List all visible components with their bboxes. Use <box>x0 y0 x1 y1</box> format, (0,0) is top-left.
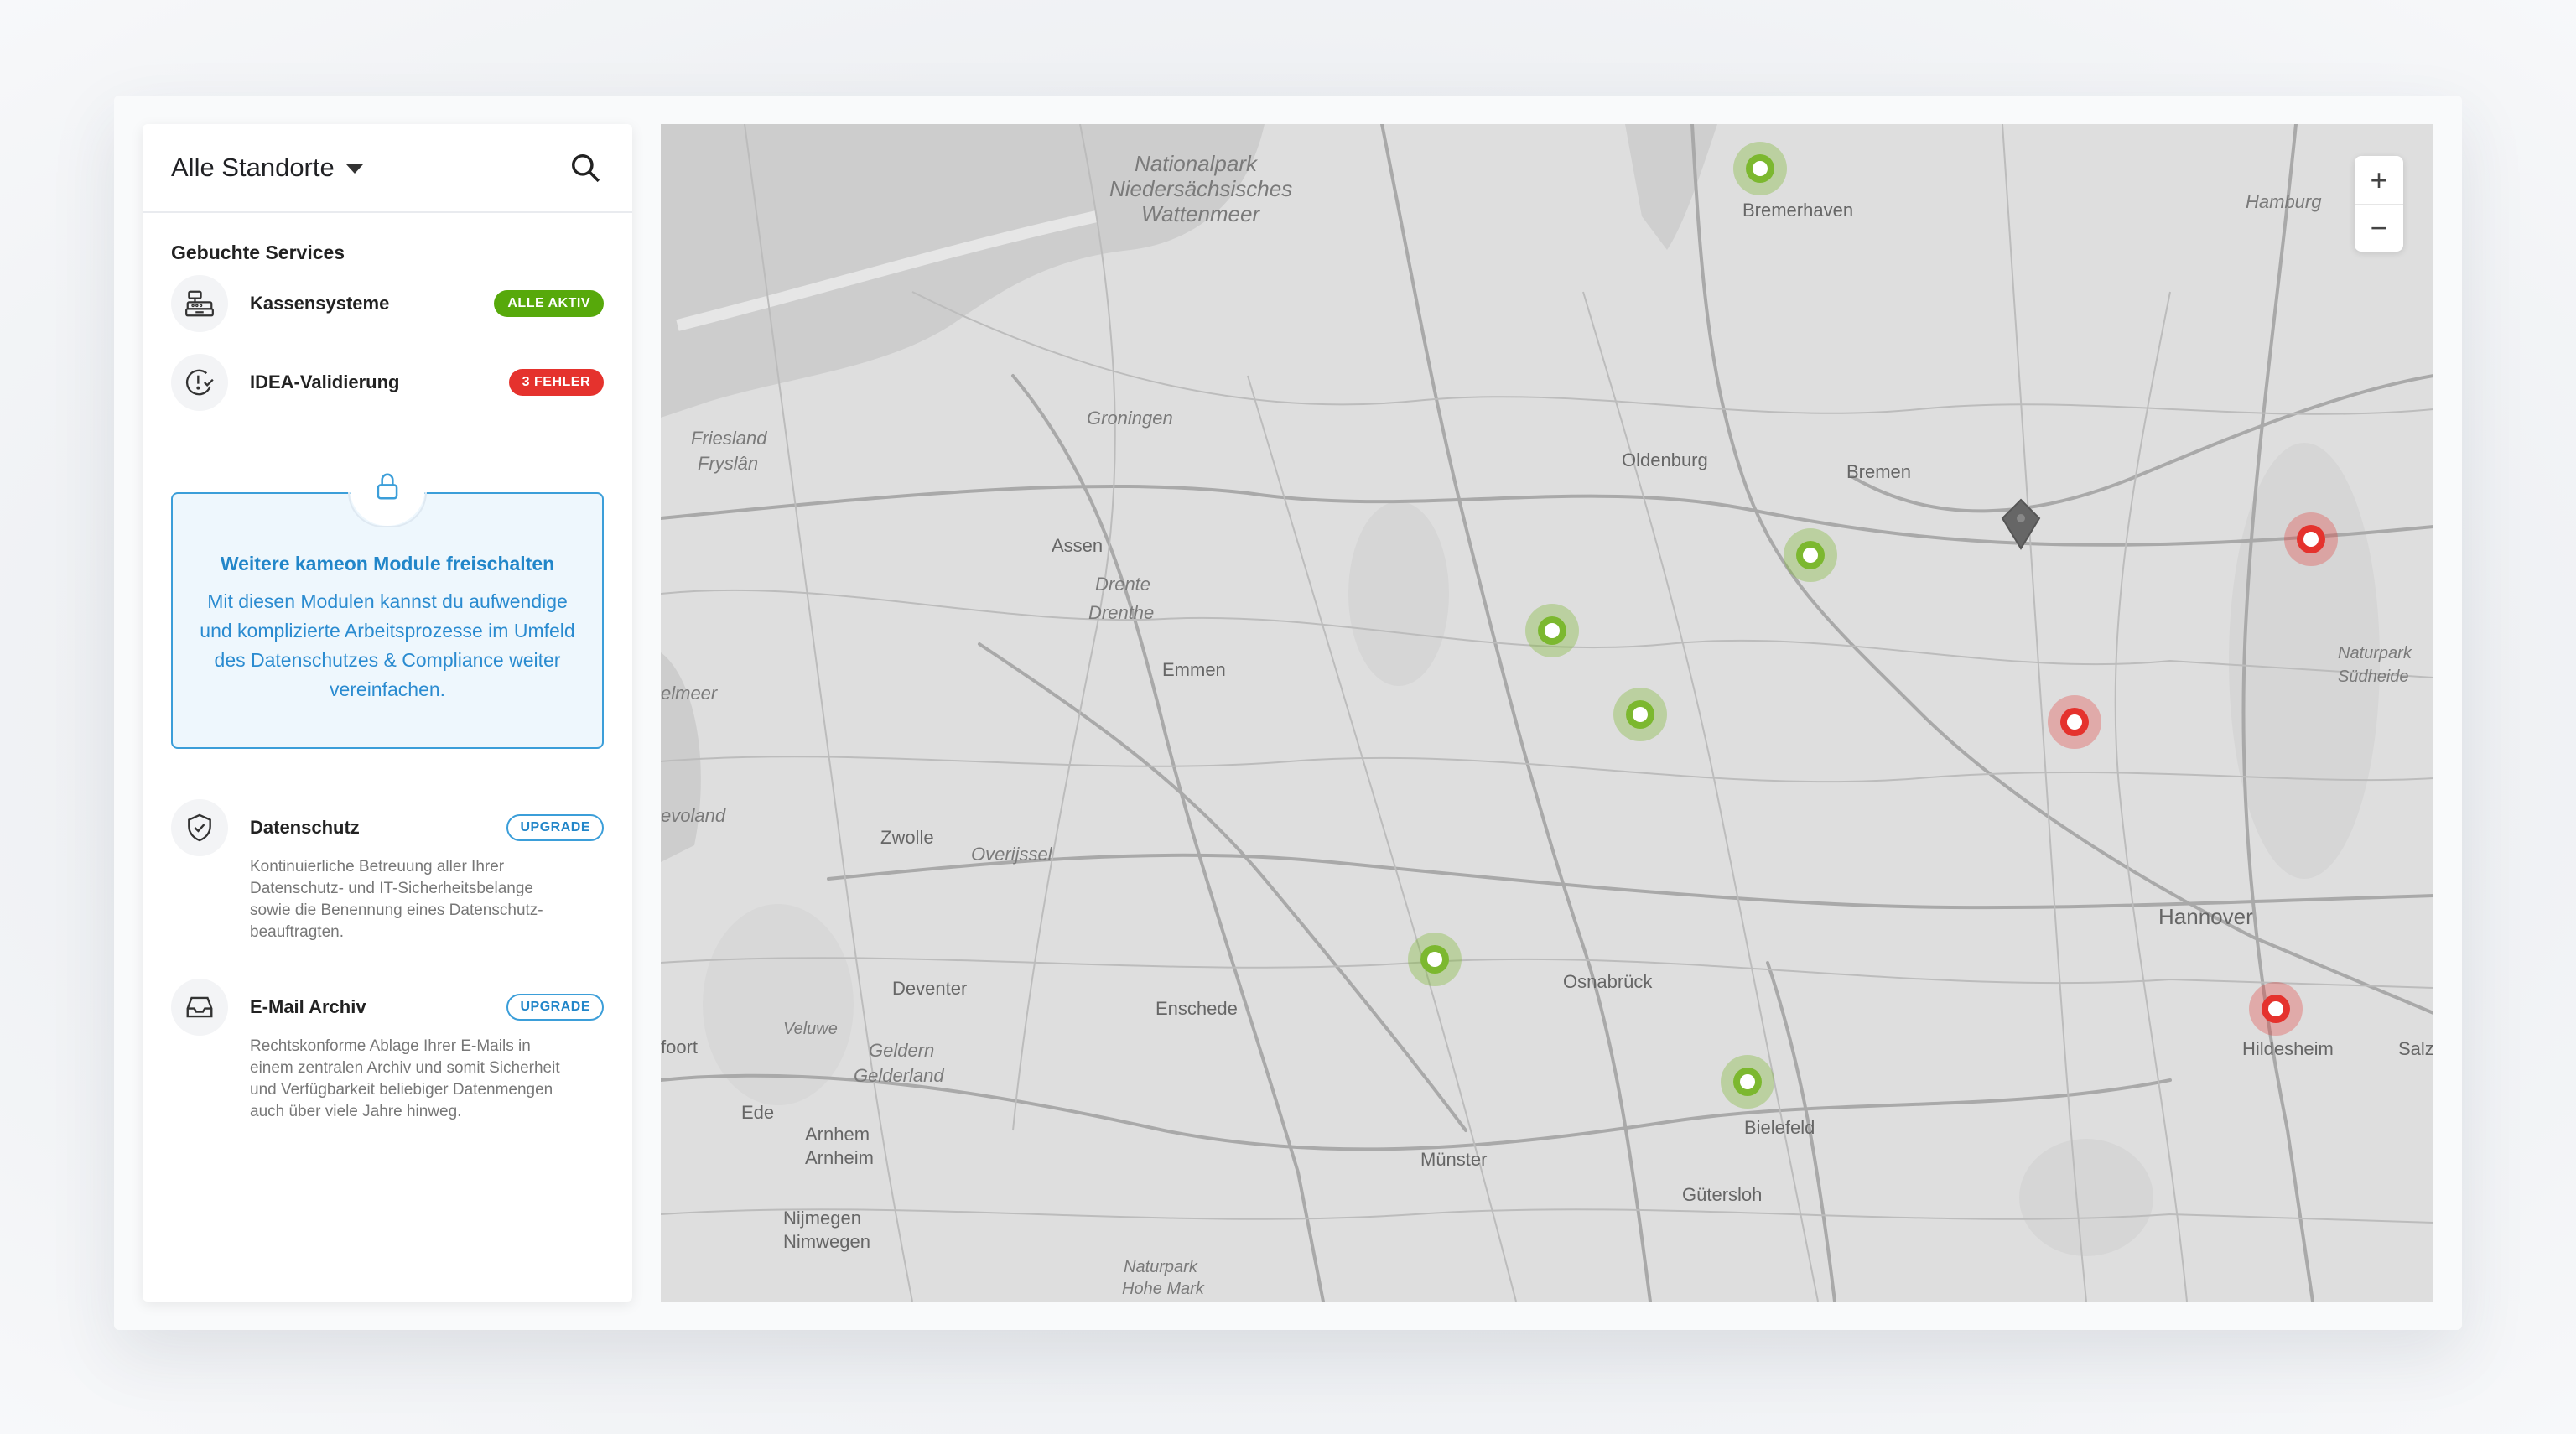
map-label: Hamburg <box>2246 191 2322 212</box>
map-label: Enschede <box>1156 998 1238 1019</box>
map-label: foort <box>661 1037 699 1057</box>
map-label: Gelderland <box>854 1065 944 1086</box>
map-label: Naturpark <box>1124 1258 1197 1276</box>
unlock-title: Weitere kameon Module freischalten <box>220 553 555 574</box>
sidebar-header: Alle Standorte <box>143 124 632 213</box>
cash-register-icon <box>185 290 214 317</box>
map-base <box>661 124 2433 1302</box>
module-description: Rechtskonforme Ablage Ihrer E-Mails in e… <box>250 1037 560 1120</box>
map-label: Nijmegen <box>783 1208 861 1229</box>
service-idea-validierung[interactable]: IDEA-Validierung 3 FEHLER <box>143 343 632 422</box>
location-marker-ok[interactable] <box>1727 135 1794 202</box>
module-icon-wrap <box>171 979 228 1036</box>
map-pin-icon[interactable] <box>1999 498 2043 550</box>
location-selector[interactable]: Alle Standorte <box>171 153 363 183</box>
map-label: Nationalpark <box>1135 151 1257 176</box>
module-name: Datenschutz <box>250 817 360 838</box>
map-label: Drente <box>1095 574 1151 595</box>
map-label: Ede <box>741 1102 775 1123</box>
location-selector-label: Alle Standorte <box>171 153 335 182</box>
map-label: Nimwegen <box>783 1231 870 1252</box>
map-label: Hohe Mark <box>1122 1280 1204 1298</box>
map-label: Osnabrück <box>1563 971 1653 992</box>
lock-icon <box>377 473 398 500</box>
map-label: Friesland <box>691 428 767 449</box>
upgrade-button[interactable]: UPGRADE <box>506 814 604 841</box>
location-marker-ok[interactable] <box>1777 522 1844 589</box>
module-datenschutz: Datenschutz UPGRADE Kontinuierliche Betr… <box>143 799 632 943</box>
map-label: Zwolle <box>880 827 934 848</box>
module-name: E-Mail Archiv <box>250 996 366 1017</box>
location-marker-error[interactable] <box>2041 688 2108 756</box>
sidebar: Alle Standorte Gebuchte Services Kassens… <box>143 124 632 1302</box>
location-marker-ok[interactable] <box>1519 597 1586 664</box>
map-label: Geldern <box>869 1040 935 1061</box>
map-label: Südheide <box>2338 668 2409 686</box>
location-marker-ok[interactable] <box>1714 1048 1781 1115</box>
map-label: Bielefeld <box>1744 1117 1815 1138</box>
zoom-control: + − <box>2355 156 2403 252</box>
map-label: Niedersächsisches <box>1109 176 1293 201</box>
map-label: evoland <box>661 805 726 826</box>
location-marker-ok[interactable] <box>1401 926 1468 993</box>
status-badge: 3 FEHLER <box>508 369 604 396</box>
zoom-out-button[interactable]: − <box>2355 204 2403 252</box>
service-icon-wrap <box>171 275 228 332</box>
map-label: Fryslân <box>698 453 759 474</box>
location-marker-error[interactable] <box>2277 506 2345 573</box>
upgrade-button[interactable]: UPGRADE <box>506 994 604 1021</box>
map-label: Wattenmeer <box>1141 201 1260 226</box>
inbox-archive-icon <box>186 996 213 1018</box>
map-label: Salz <box>2398 1038 2433 1059</box>
map-label: Gütersloh <box>1682 1184 1763 1205</box>
map-label: Deventer <box>892 978 968 999</box>
map-label: Bremerhaven <box>1742 200 1854 221</box>
map-label: Assen <box>1052 535 1104 556</box>
status-badge: ALLE AKTIV <box>494 290 604 317</box>
validation-warning-icon <box>185 369 214 396</box>
map-label: Oldenburg <box>1622 449 1708 470</box>
map-label: Arnheim <box>805 1147 874 1168</box>
module-icon-wrap <box>171 799 228 856</box>
map-label: Drenthe <box>1088 602 1155 623</box>
map-label: Veluwe <box>783 1020 838 1038</box>
map-label: elmeer <box>661 683 718 704</box>
location-marker-error[interactable] <box>2242 975 2309 1042</box>
zoom-in-button[interactable]: + <box>2355 156 2403 204</box>
chevron-down-icon <box>345 164 363 174</box>
unlock-modules-card[interactable]: Weitere kameon Module freischalten Mit d… <box>171 462 604 749</box>
map-label: Emmen <box>1162 659 1226 680</box>
service-kassensysteme[interactable]: Kassensysteme ALLE AKTIV <box>143 264 632 343</box>
map-label: Hannover <box>2158 904 2253 929</box>
unlock-text: Mit diesen Modulen kannst du aufwendige … <box>200 590 575 700</box>
module-email-archiv: E-Mail Archiv UPGRADE Rechtskonforme Abl… <box>143 979 632 1123</box>
service-name: IDEA-Validierung <box>250 371 400 392</box>
location-marker-ok[interactable] <box>1607 681 1674 748</box>
service-icon-wrap <box>171 354 228 411</box>
search-button[interactable] <box>567 149 604 186</box>
lock-bubble <box>348 462 427 527</box>
map-label: Naturpark <box>2338 644 2412 662</box>
services-title: Gebuchte Services <box>171 242 345 263</box>
map-label: Bremen <box>1846 461 1912 482</box>
module-description: Kontinuierliche Betreuung aller Ihrer Da… <box>250 858 543 941</box>
map-label: Groningen <box>1087 408 1173 429</box>
map-label: Münster <box>1420 1149 1488 1170</box>
map-label: Overijssel <box>971 844 1052 865</box>
map-label: Arnhem <box>805 1124 870 1145</box>
map-view[interactable]: Nationalpark Niedersächsisches Wattenmee… <box>661 124 2433 1302</box>
service-name: Kassensysteme <box>250 293 390 314</box>
shield-check-icon <box>188 813 211 842</box>
search-icon <box>572 154 600 183</box>
